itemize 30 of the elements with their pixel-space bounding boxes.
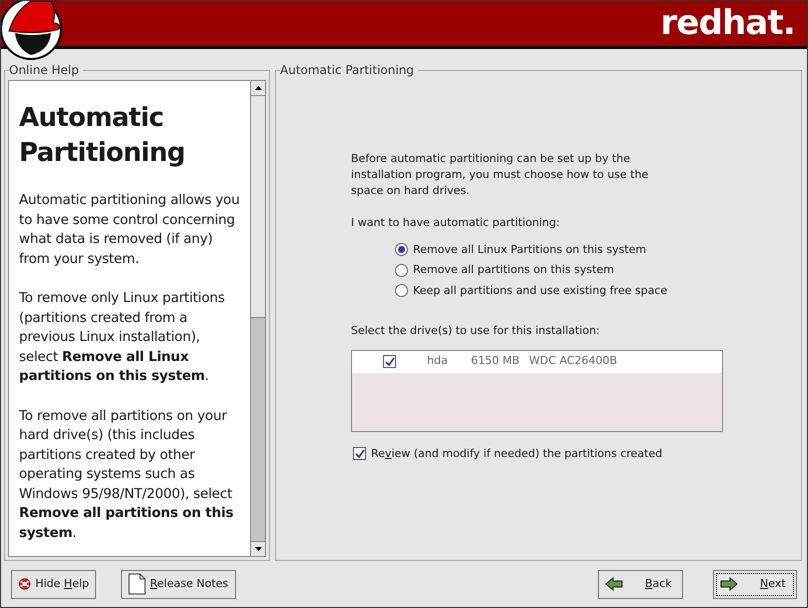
left-arrow-icon [605,577,623,591]
right-arrow-icon [720,577,738,591]
radio-option[interactable]: Remove all partitions on this system [395,262,723,278]
radio-option[interactable]: Remove all Linux Partitions on this system [395,242,723,258]
radio-button[interactable] [395,264,408,277]
brand-logo: redhat. [660,2,796,45]
up-arrow-icon[interactable] [254,86,262,90]
document-icon [128,573,146,595]
drive-size: 6150 MB [471,353,521,370]
radio-button[interactable] [395,284,408,298]
help-heading: Automatic Partitioning [19,102,186,170]
down-arrow-icon[interactable] [254,547,262,551]
hide-help-button[interactable]: Hide Help [11,570,96,598]
question-label: I want to have automatic partitioning: [351,215,561,231]
next-button[interactable]: Next [713,570,797,598]
radio-button[interactable] [395,243,408,256]
help-paragraph: To remove only Linux partitions (partitions created from a previous Linux installation), select Remove all Linux partitions on this system. [19,289,226,386]
checkbox[interactable] [383,355,396,368]
intro-text: Before automatic partitioning can be set up by the installation program, you must choose how to use the space on hard drives. [351,151,650,199]
review-label[interactable]: Review (and modify if needed) the partitions created [371,446,662,462]
checkbox[interactable] [353,447,366,460]
help-paragraph: To remove all partitions on your hard drive(s) (this includes partitions created by other operating systems such as Windows 95/98/NT/2000), select Remove all partitions on this system. [19,406,234,542]
release-notes-button[interactable]: Release Notes [121,570,236,598]
back-button[interactable]: Back [598,570,683,598]
drive-name: hda [427,353,449,370]
radio-option[interactable]: Keep all partitions and use existing free space [395,282,723,299]
drive-model: WDC AC26400B [529,353,618,370]
help-paragraph: Automatic partitioning allows you to have some control concerning what data is removed (if any) from your system. [19,191,240,268]
drives-label: Select the drive(s) to use for this installation: [351,323,601,339]
drive-row[interactable]: hda 6150 MB WDC AC26400B [352,350,722,372]
